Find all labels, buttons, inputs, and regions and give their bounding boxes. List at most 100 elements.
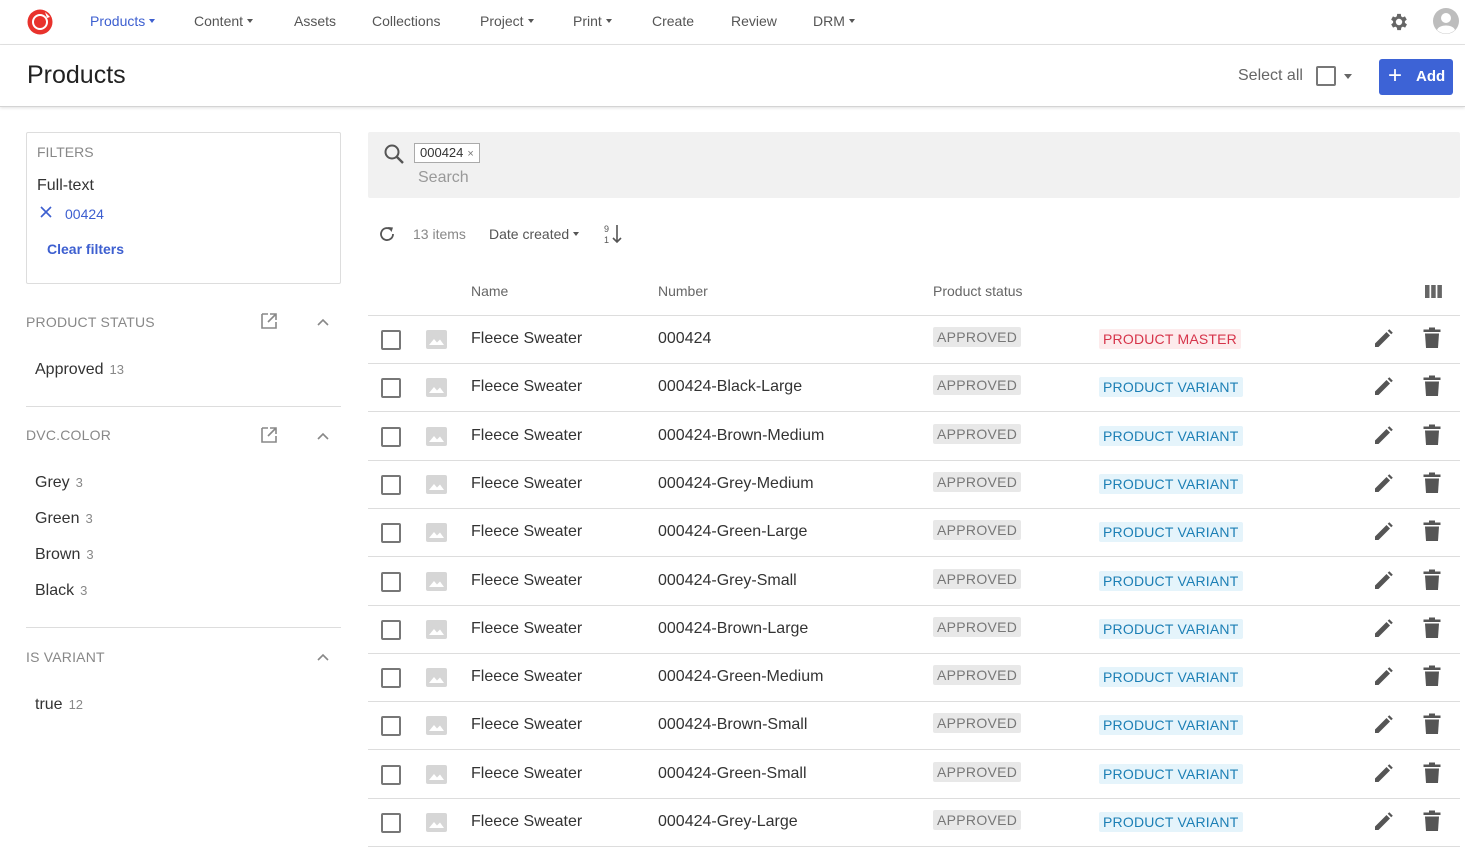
- edit-icon[interactable]: [1372, 570, 1394, 592]
- table-row[interactable]: Fleece Sweater 000424-Black-Large APPROVED…: [368, 364, 1460, 413]
- trash-icon[interactable]: [1423, 424, 1441, 446]
- edit-icon[interactable]: [1372, 763, 1394, 785]
- chevron-up-icon[interactable]: [316, 652, 330, 662]
- edit-icon[interactable]: [1372, 618, 1394, 640]
- nav-item-label: Collections: [372, 13, 441, 29]
- fulltext-filter-value[interactable]: 00424: [65, 206, 104, 222]
- table-row[interactable]: Fleece Sweater 000424-Brown-Small APPROVED…: [368, 702, 1460, 751]
- search-chip: 000424 ×: [414, 143, 480, 163]
- caret-down-icon: [247, 19, 254, 24]
- row-checkbox[interactable]: [381, 764, 401, 785]
- chevron-up-icon[interactable]: [316, 431, 330, 441]
- row-checkbox[interactable]: [381, 426, 401, 447]
- trash-icon[interactable]: [1423, 665, 1441, 687]
- add-button[interactable]: + Add: [1379, 59, 1453, 95]
- row-checkbox[interactable]: [381, 813, 401, 833]
- table-row[interactable]: Fleece Sweater 000424-Green-Small APPROVED…: [368, 751, 1460, 799]
- select-all-label[interactable]: Select all: [1238, 67, 1303, 85]
- gear-icon[interactable]: [1388, 11, 1410, 33]
- product-type-badge: PRODUCT VARIANT: [1099, 812, 1243, 832]
- table-row[interactable]: Fleece Sweater 000424-Green-Medium APPROVE…: [368, 654, 1460, 703]
- facet-item-label: Grey: [35, 474, 70, 491]
- row-name: Fleece Sweater: [471, 813, 583, 830]
- trash-icon[interactable]: [1423, 617, 1441, 639]
- table-row[interactable]: Fleece Sweater 000424-Grey-Medium APPROVED…: [368, 461, 1460, 509]
- edit-icon[interactable]: [1372, 714, 1394, 736]
- trash-icon[interactable]: [1423, 713, 1441, 735]
- facet-item-count: 3: [80, 583, 88, 598]
- row-checkbox[interactable]: [381, 716, 401, 737]
- nav-item-project[interactable]: Project: [480, 13, 534, 29]
- nav-item-drm[interactable]: DRM: [813, 13, 855, 29]
- column-header-name[interactable]: Name: [471, 283, 508, 299]
- nav-item-products[interactable]: Products: [90, 13, 156, 29]
- trash-icon[interactable]: [1423, 762, 1441, 784]
- table-row[interactable]: Fleece Sweater 000424-Grey-Small APPROVED P…: [368, 558, 1460, 606]
- app-logo[interactable]: [26, 8, 54, 36]
- user-avatar-icon[interactable]: [1432, 7, 1460, 35]
- open-external-icon[interactable]: [259, 311, 279, 331]
- edit-icon[interactable]: [1372, 376, 1394, 398]
- items-count: 13 items: [413, 226, 466, 242]
- table-row[interactable]: Fleece Sweater 000424-Green-Large APPROVED…: [368, 509, 1460, 558]
- search-input[interactable]: [418, 167, 1018, 189]
- row-checkbox[interactable]: [381, 474, 401, 495]
- edit-icon[interactable]: [1372, 521, 1394, 543]
- column-header-number[interactable]: Number: [658, 283, 708, 299]
- column-header-status[interactable]: Product status: [933, 283, 1023, 299]
- trash-icon[interactable]: [1423, 810, 1441, 832]
- row-checkbox[interactable]: [381, 571, 401, 592]
- facet-item-count: 13: [109, 362, 124, 377]
- facet-item-black[interactable]: Black 3: [35, 582, 87, 600]
- table-row[interactable]: Fleece Sweater 000424 APPROVED PRODUCT MAST…: [368, 316, 1460, 364]
- edit-icon[interactable]: [1372, 811, 1394, 833]
- select-all-dropdown-caret[interactable]: [1344, 74, 1352, 79]
- nav-item-assets[interactable]: Assets: [294, 13, 336, 29]
- nav-item-content[interactable]: Content: [194, 13, 254, 29]
- remove-filter-icon[interactable]: [39, 205, 53, 219]
- nav-item-collections[interactable]: Collections: [372, 13, 440, 29]
- search-bar: 000424 ×: [368, 132, 1460, 198]
- chip-close-icon[interactable]: ×: [467, 148, 473, 160]
- row-name: Fleece Sweater: [471, 571, 583, 589]
- columns-icon[interactable]: [1425, 285, 1442, 298]
- trash-icon[interactable]: [1423, 472, 1441, 494]
- facet-title-product-status: PRODUCT STATUS: [26, 314, 155, 330]
- row-checkbox[interactable]: [381, 523, 401, 544]
- trash-icon[interactable]: [1423, 520, 1441, 542]
- facet-item-grey[interactable]: Grey 3: [35, 474, 83, 492]
- sort-field-dropdown[interactable]: Date created: [489, 226, 580, 242]
- row-checkbox[interactable]: [381, 619, 401, 640]
- nav-item-print[interactable]: Print: [573, 13, 612, 29]
- row-checkbox[interactable]: [381, 330, 401, 350]
- status-badge: APPROVED: [933, 616, 1022, 637]
- refresh-icon[interactable]: [377, 224, 397, 244]
- row-checkbox[interactable]: [381, 378, 401, 399]
- nav-item-label: Print: [573, 13, 602, 29]
- product-type-badge: PRODUCT VARIANT: [1099, 715, 1243, 736]
- trash-icon[interactable]: [1423, 569, 1441, 591]
- table-row[interactable]: Fleece Sweater 000424-Brown-Large APPROVED…: [368, 606, 1460, 654]
- edit-icon[interactable]: [1372, 425, 1394, 447]
- sort-direction-icon[interactable]: 9 1: [603, 223, 623, 245]
- status-badge: APPROVED: [933, 327, 1022, 347]
- open-external-icon[interactable]: [259, 425, 279, 445]
- trash-icon[interactable]: [1423, 327, 1441, 349]
- select-all-checkbox[interactable]: [1316, 66, 1336, 86]
- edit-icon[interactable]: [1372, 666, 1394, 688]
- nav-item-create[interactable]: Create: [652, 13, 694, 29]
- facet-item-brown[interactable]: Brown 3: [35, 546, 94, 564]
- row-checkbox[interactable]: [381, 668, 401, 689]
- clear-filters-link[interactable]: Clear filters: [47, 241, 124, 257]
- trash-icon[interactable]: [1423, 375, 1441, 397]
- facet-item-true[interactable]: true 12: [35, 696, 83, 714]
- table-row[interactable]: Fleece Sweater 000424-Brown-Medium APPROVE…: [368, 413, 1460, 461]
- nav-item-review[interactable]: Review: [731, 13, 777, 29]
- table-row[interactable]: Fleece Sweater 000424-Grey-Large APPROVED P…: [368, 799, 1460, 847]
- caret-down-icon: [848, 19, 855, 24]
- edit-icon[interactable]: [1372, 328, 1394, 350]
- facet-item-green[interactable]: Green 3: [35, 510, 93, 528]
- facet-item-approved[interactable]: Approved 13: [35, 361, 124, 379]
- chevron-up-icon[interactable]: [316, 317, 330, 327]
- edit-icon[interactable]: [1372, 473, 1394, 495]
